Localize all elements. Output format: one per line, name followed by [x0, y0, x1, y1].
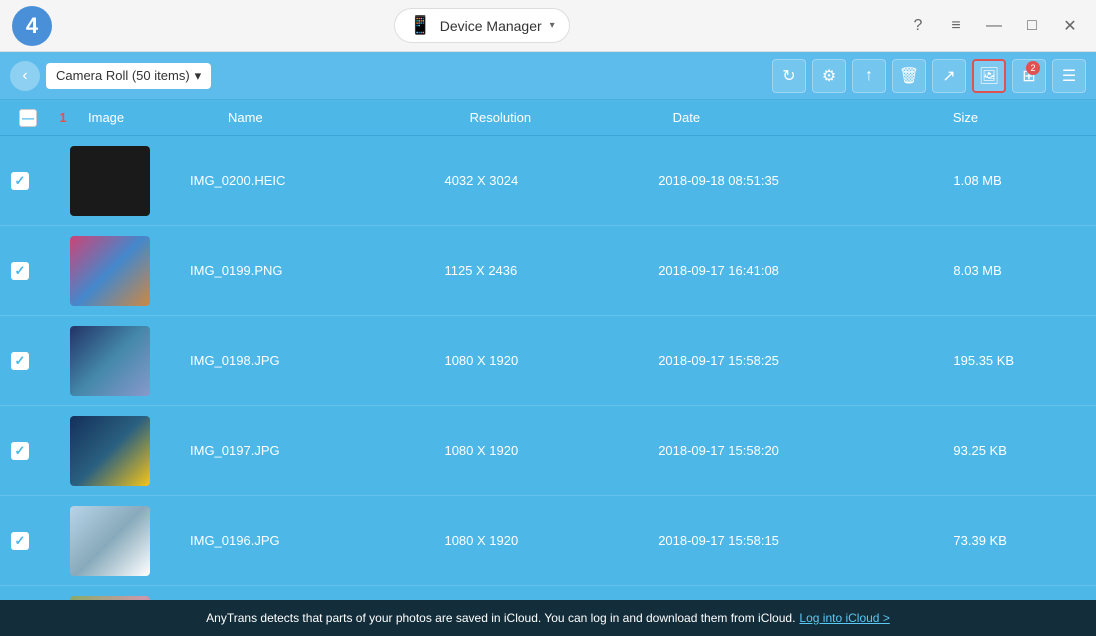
- table-row[interactable]: IMG_0200.HEIC 4032 X 3024 2018-09-18 08:…: [0, 136, 1096, 226]
- title-bar: 4 📱 Device Manager ▾ ? ≡ — □ ✕: [0, 0, 1096, 52]
- minimize-button[interactable]: —: [980, 12, 1008, 40]
- icloud-link[interactable]: Log into iCloud >: [799, 611, 889, 625]
- row-checkbox[interactable]: [11, 442, 29, 460]
- row-name: IMG_0196.JPG: [180, 533, 434, 548]
- grid-view-wrap: ⊞ 2: [1012, 59, 1046, 93]
- row-name: IMG_0198.JPG: [180, 353, 434, 368]
- refresh-button[interactable]: ↻: [772, 59, 806, 93]
- close-button[interactable]: ✕: [1056, 12, 1084, 40]
- table-row[interactable]: IMG_0199.PNG 1125 X 2436 2018-09-17 16:4…: [0, 226, 1096, 316]
- header-image: Image: [78, 110, 218, 125]
- row-thumbnail: [70, 506, 150, 576]
- row-thumbnail-cell: [40, 326, 180, 396]
- folder-label: Camera Roll (50 items): [56, 68, 190, 83]
- row-thumbnail: [70, 236, 150, 306]
- header-num: 1: [48, 110, 78, 125]
- help-button[interactable]: ?: [904, 12, 932, 40]
- dropdown-arrow-icon: ▾: [550, 20, 555, 31]
- export-button[interactable]: ↗: [932, 59, 966, 93]
- title-bar-right: ? ≡ — □ ✕: [904, 12, 1084, 40]
- row-size: 1.08 MB: [943, 173, 1096, 188]
- notification-text: AnyTrans detects that parts of your phot…: [206, 611, 795, 625]
- row-date: 2018-09-17 15:58:25: [648, 353, 943, 368]
- upload-button[interactable]: ↑: [852, 59, 886, 93]
- row-resolution: 1125 X 2436: [434, 263, 648, 278]
- title-bar-center: 📱 Device Manager ▾: [394, 8, 569, 43]
- import-button-wrap: 🖼: [972, 59, 1006, 93]
- row-name: IMG_0197.JPG: [180, 443, 434, 458]
- row-thumbnail: [70, 326, 150, 396]
- row-resolution: 1080 X 1920: [434, 353, 648, 368]
- maximize-button[interactable]: □: [1018, 12, 1046, 40]
- row-checkbox-cell[interactable]: [0, 172, 40, 190]
- back-button[interactable]: ‹: [10, 61, 40, 91]
- row-thumbnail: [70, 416, 150, 486]
- row-size: 195.35 KB: [943, 353, 1096, 368]
- row-resolution: 1080 X 1920: [434, 533, 648, 548]
- badge-number: 2: [1026, 61, 1040, 75]
- menu-button[interactable]: ≡: [942, 12, 970, 40]
- num-badge: 1: [59, 110, 66, 125]
- row-date: 2018-09-17 15:58:15: [648, 533, 943, 548]
- select-all-checkbox[interactable]: [19, 109, 37, 127]
- table-row[interactable]: IMG_0197.JPG 1080 X 1920 2018-09-17 15:5…: [0, 406, 1096, 496]
- row-checkbox[interactable]: [11, 262, 29, 280]
- notification-bar: AnyTrans detects that parts of your phot…: [0, 600, 1096, 636]
- device-manager-label: Device Manager: [440, 18, 542, 34]
- row-date: 2018-09-17 15:58:20: [648, 443, 943, 458]
- import-button[interactable]: 🖼: [972, 59, 1006, 93]
- row-resolution: 1080 X 1920: [434, 443, 648, 458]
- row-resolution: 4032 X 3024: [434, 173, 648, 188]
- folder-dropdown-icon: ▾: [195, 68, 202, 84]
- table-row[interactable]: IMG_0198.JPG 1080 X 1920 2018-09-17 15:5…: [0, 316, 1096, 406]
- header-size: Size: [943, 110, 1088, 125]
- row-checkbox[interactable]: [11, 352, 29, 370]
- table-row[interactable]: IMG_0196.JPG 1080 X 1920 2018-09-17 15:5…: [0, 496, 1096, 586]
- row-size: 8.03 MB: [943, 263, 1096, 278]
- title-bar-left: 4: [12, 6, 60, 46]
- device-icon: 📱: [409, 15, 431, 36]
- table-body: IMG_0200.HEIC 4032 X 3024 2018-09-18 08:…: [0, 136, 1096, 600]
- row-thumbnail-cell: [40, 146, 180, 216]
- toolbar: ‹ Camera Roll (50 items) ▾ ↻ ⚙ ↑ 🗑 ↗ 🖼 ⊞…: [0, 52, 1096, 100]
- row-checkbox[interactable]: [11, 172, 29, 190]
- row-name: IMG_0200.HEIC: [180, 173, 434, 188]
- row-checkbox-cell[interactable]: [0, 442, 40, 460]
- header-resolution: Resolution: [460, 110, 663, 125]
- device-manager-button[interactable]: 📱 Device Manager ▾: [394, 8, 569, 43]
- table-row[interactable]: IMG_0195.JPG 1080 X 1920 2018-09-17 15:5…: [0, 586, 1096, 600]
- row-checkbox[interactable]: [11, 532, 29, 550]
- row-thumbnail-cell: [40, 236, 180, 306]
- select-all-cell[interactable]: [8, 109, 48, 127]
- list-view-button[interactable]: ☰: [1052, 59, 1086, 93]
- row-date: 2018-09-17 16:41:08: [648, 263, 943, 278]
- row-checkbox-cell[interactable]: [0, 262, 40, 280]
- row-size: 73.39 KB: [943, 533, 1096, 548]
- header-name: Name: [218, 110, 460, 125]
- delete-button[interactable]: 🗑: [892, 59, 926, 93]
- row-thumbnail-cell: [40, 506, 180, 576]
- folder-select[interactable]: Camera Roll (50 items) ▾: [46, 63, 211, 89]
- table-header: 1 Image Name Resolution Date Size: [0, 100, 1096, 136]
- row-name: IMG_0199.PNG: [180, 263, 434, 278]
- row-thumbnail-cell: [40, 416, 180, 486]
- row-checkbox-cell[interactable]: [0, 532, 40, 550]
- row-checkbox-cell[interactable]: [0, 352, 40, 370]
- app-logo: 4: [12, 6, 52, 46]
- logo-label: 4: [26, 13, 38, 39]
- row-date: 2018-09-18 08:51:35: [648, 173, 943, 188]
- row-size: 93.25 KB: [943, 443, 1096, 458]
- header-date: Date: [663, 110, 943, 125]
- row-thumbnail: [70, 146, 150, 216]
- settings-button[interactable]: ⚙: [812, 59, 846, 93]
